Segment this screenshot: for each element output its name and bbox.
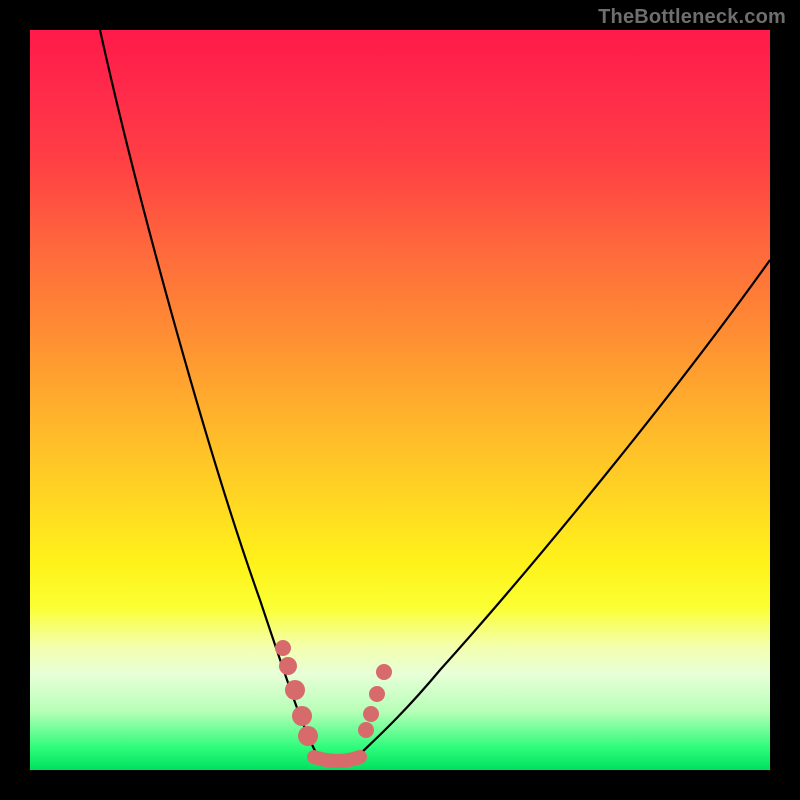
curve-layer <box>30 30 770 770</box>
marker-dot <box>275 640 291 656</box>
marker-dot <box>298 726 318 746</box>
marker-group-left <box>275 640 318 746</box>
curve-bottom-cap <box>314 757 360 761</box>
marker-dot <box>279 657 297 675</box>
marker-dot <box>358 722 374 738</box>
marker-dot <box>292 706 312 726</box>
watermark-text: TheBottleneck.com <box>598 6 786 29</box>
marker-dot <box>369 686 385 702</box>
marker-dot <box>285 680 305 700</box>
chart-frame: TheBottleneck.com <box>0 0 800 800</box>
plot-area <box>30 30 770 770</box>
right-curve-path <box>358 260 770 756</box>
marker-dot <box>376 664 392 680</box>
marker-dot <box>363 706 379 722</box>
